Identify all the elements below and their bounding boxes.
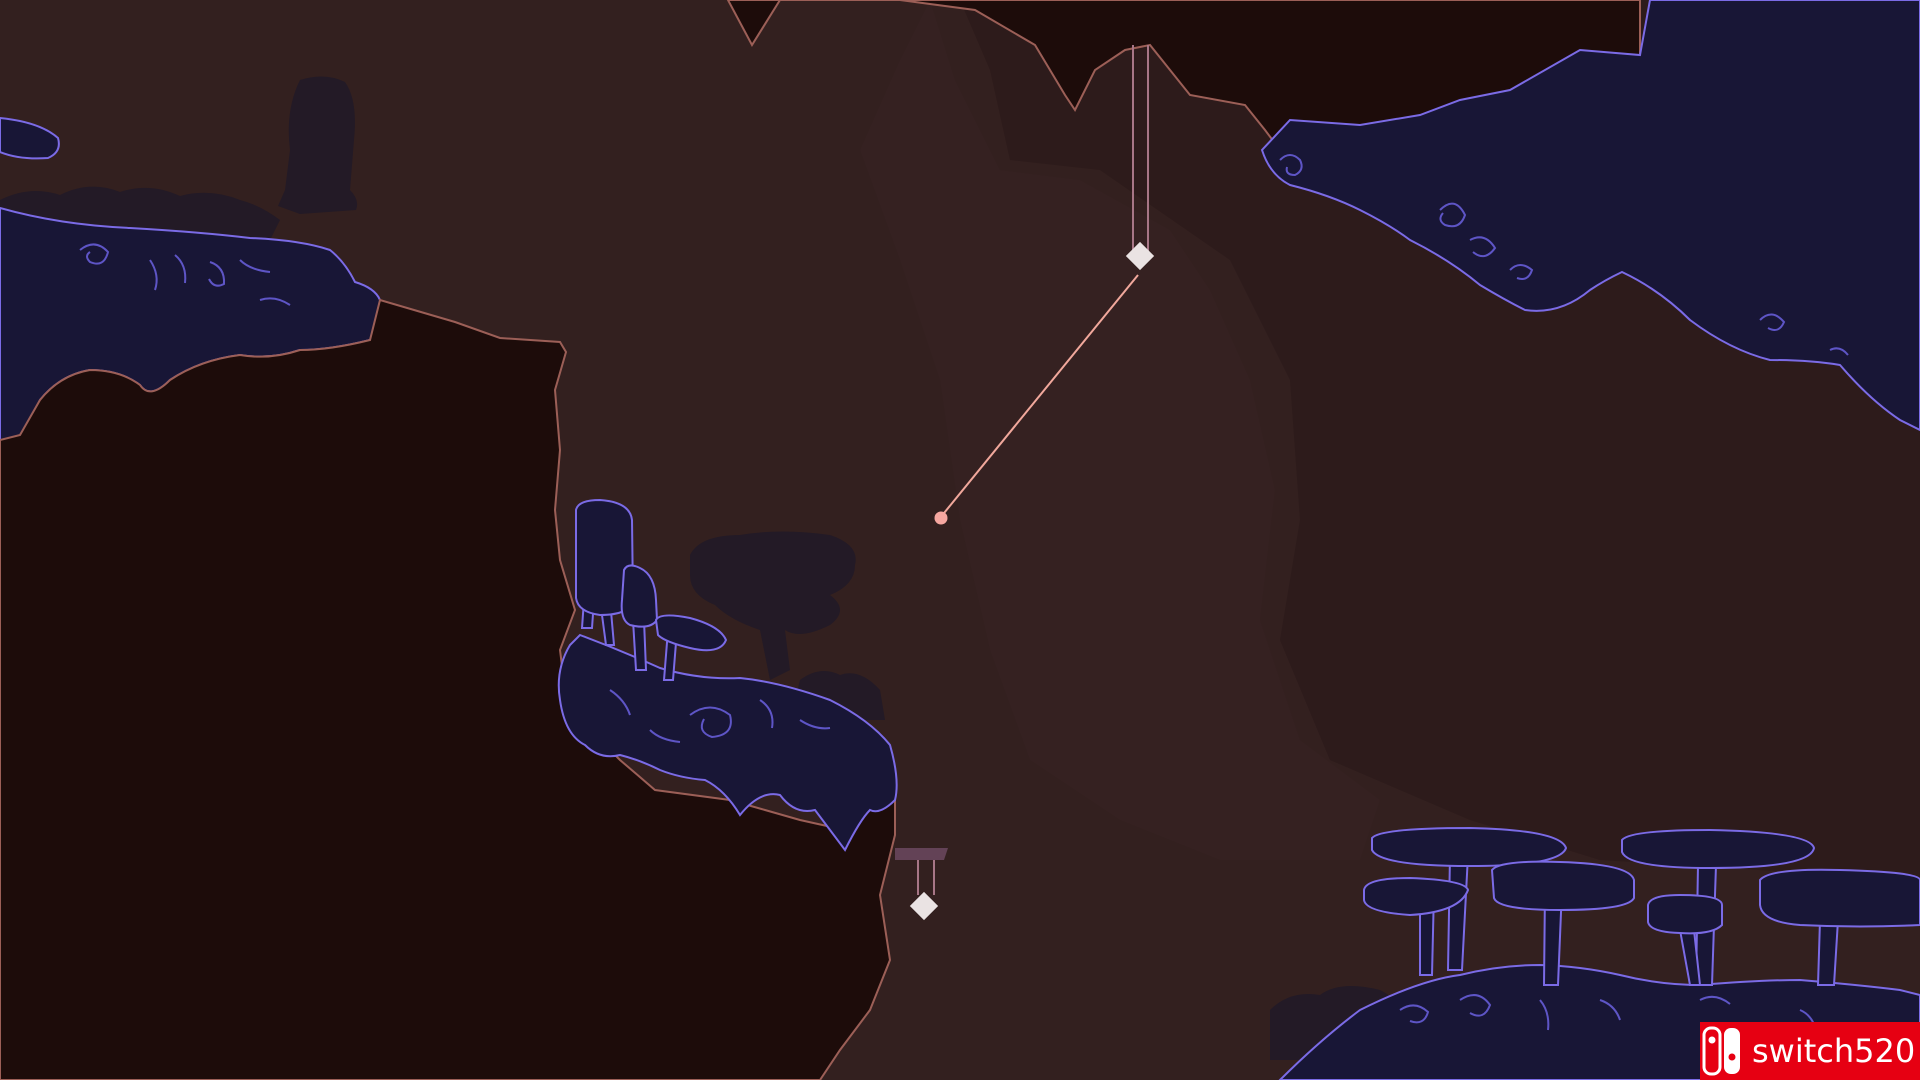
player-grapple-hook (934, 511, 948, 525)
game-scene (0, 0, 1920, 1080)
watermark-text: switch520 (1752, 1032, 1916, 1070)
nintendo-switch-icon (1702, 1026, 1740, 1076)
watermark-badge: switch520 (1700, 1022, 1920, 1080)
